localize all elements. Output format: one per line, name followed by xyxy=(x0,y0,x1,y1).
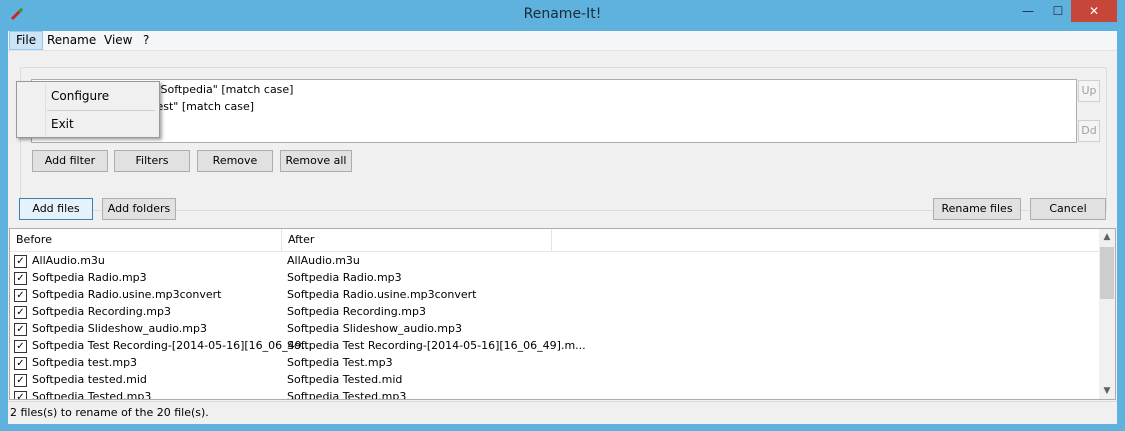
menu-separator xyxy=(47,110,155,111)
file-list-header: Before After xyxy=(10,229,1100,252)
row-checkbox[interactable]: ✓ xyxy=(14,357,27,370)
before-cell: Softpedia tested.mid xyxy=(32,373,147,386)
row-checkbox[interactable]: ✓ xyxy=(14,306,27,319)
after-cell: AllAudio.m3u xyxy=(287,254,360,267)
after-cell: Softpedia Recording.mp3 xyxy=(287,305,426,318)
status-bar: 2 files(s) to rename of the 20 file(s). xyxy=(8,401,1117,424)
table-row[interactable]: ✓ Softpedia Tested.mp3 Softpedia Tested.… xyxy=(10,389,1100,400)
remove-all-button[interactable]: Remove all xyxy=(280,150,352,172)
table-row[interactable]: ✓ Softpedia test.mp3 Softpedia Test.mp3 xyxy=(10,355,1100,372)
menu-item-exit-label: Exit xyxy=(51,117,74,131)
before-cell: Softpedia Test Recording-[2014-05-16][16… xyxy=(32,339,313,352)
vertical-scrollbar[interactable]: ▲ ▼ xyxy=(1099,229,1115,399)
row-checkbox[interactable]: ✓ xyxy=(14,272,27,285)
column-before[interactable]: Before xyxy=(10,229,282,251)
after-cell: Softpedia Slideshow_audio.mp3 xyxy=(287,322,462,335)
before-cell: Softpedia Recording.mp3 xyxy=(32,305,171,318)
menu-view[interactable]: View xyxy=(98,31,138,50)
menu-rename[interactable]: Rename xyxy=(41,31,102,50)
after-cell: Softpedia Test.mp3 xyxy=(287,356,393,369)
menu-item-exit[interactable]: Exit xyxy=(18,113,158,135)
menu-item-configure-label: Configure xyxy=(51,89,110,103)
menu-item-configure[interactable]: Configure xyxy=(18,85,158,107)
after-cell: Softpedia Radio.usine.mp3convert xyxy=(287,288,477,301)
move-down-button[interactable]: Dd xyxy=(1078,120,1100,142)
table-row[interactable]: ✓ Softpedia Test Recording-[2014-05-16][… xyxy=(10,338,1100,355)
before-cell: AllAudio.m3u xyxy=(32,254,105,267)
close-button[interactable]: ✕ xyxy=(1071,0,1117,22)
filters-button[interactable]: Filters xyxy=(114,150,190,172)
before-cell: Softpedia Radio.usine.mp3convert xyxy=(32,288,222,301)
table-row[interactable]: ✓ Softpedia Slideshow_audio.mp3 Softpedi… xyxy=(10,321,1100,338)
row-checkbox[interactable]: ✓ xyxy=(14,374,27,387)
table-row[interactable]: ✓ Softpedia Radio.usine.mp3convert Softp… xyxy=(10,287,1100,304)
before-cell: Softpedia test.mp3 xyxy=(32,356,138,369)
filter-list[interactable]: h "Softpedia" [match case] Replace "test… xyxy=(31,79,1077,143)
after-cell: Softpedia Tested.mid xyxy=(287,373,403,386)
scroll-down-arrow-icon[interactable]: ▼ xyxy=(1099,383,1115,399)
menu-help[interactable]: ? xyxy=(137,31,155,50)
after-cell: Softpedia Tested.mp3 xyxy=(287,390,407,400)
menu-bar: File Rename View ? xyxy=(8,31,1117,51)
maximize-button[interactable]: ☐ xyxy=(1043,0,1073,22)
before-cell: Softpedia Slideshow_audio.mp3 xyxy=(32,322,207,335)
app-window: Rename-It! — ☐ ✕ File Rename View ? h "S… xyxy=(0,0,1125,431)
row-checkbox[interactable]: ✓ xyxy=(14,289,27,302)
table-row[interactable]: ✓ Softpedia Recording.mp3 Softpedia Reco… xyxy=(10,304,1100,321)
file-menu-dropdown: Configure Exit xyxy=(16,81,160,138)
after-cell: Softpedia Radio.mp3 xyxy=(287,271,402,284)
table-row[interactable]: ✓ AllAudio.m3u AllAudio.m3u xyxy=(10,253,1100,270)
row-checkbox[interactable]: ✓ xyxy=(14,323,27,336)
add-folders-button[interactable]: Add folders xyxy=(102,198,176,220)
add-files-button[interactable]: Add files xyxy=(19,198,93,220)
filter-item[interactable]: h "Softpedia" [match case] xyxy=(145,83,293,96)
before-cell: Softpedia Radio.mp3 xyxy=(32,271,147,284)
scroll-up-arrow-icon[interactable]: ▲ xyxy=(1099,229,1115,245)
remove-button[interactable]: Remove xyxy=(197,150,273,172)
scrollbar-thumb[interactable] xyxy=(1100,247,1114,299)
move-up-button[interactable]: Up xyxy=(1078,80,1100,102)
table-row[interactable]: ✓ Softpedia tested.mid Softpedia Tested.… xyxy=(10,372,1100,389)
before-cell: Softpedia Tested.mp3 xyxy=(32,390,152,400)
column-after[interactable]: After xyxy=(282,229,552,251)
status-text: 2 files(s) to rename of the 20 file(s). xyxy=(10,406,209,419)
add-filter-button[interactable]: Add filter xyxy=(32,150,108,172)
row-checkbox[interactable]: ✓ xyxy=(14,391,27,399)
file-list[interactable]: Before After ✓ AllAudio.m3u AllAudio.m3u… xyxy=(9,228,1116,400)
client-area: File Rename View ? h "Softpedia" [match … xyxy=(8,31,1117,424)
menu-file[interactable]: File xyxy=(9,31,44,50)
row-checkbox[interactable]: ✓ xyxy=(14,340,27,353)
row-checkbox[interactable]: ✓ xyxy=(14,255,27,268)
table-row[interactable]: ✓ Softpedia Radio.mp3 Softpedia Radio.mp… xyxy=(10,270,1100,287)
minimize-button[interactable]: — xyxy=(1013,0,1043,22)
after-cell: Softpedia Test Recording-[2014-05-16][16… xyxy=(287,339,586,352)
cancel-button[interactable]: Cancel xyxy=(1030,198,1106,220)
rename-files-button[interactable]: Rename files xyxy=(933,198,1021,220)
window-title: Rename-It! xyxy=(523,6,602,22)
title-bar[interactable]: Rename-It! — ☐ ✕ xyxy=(0,0,1125,30)
